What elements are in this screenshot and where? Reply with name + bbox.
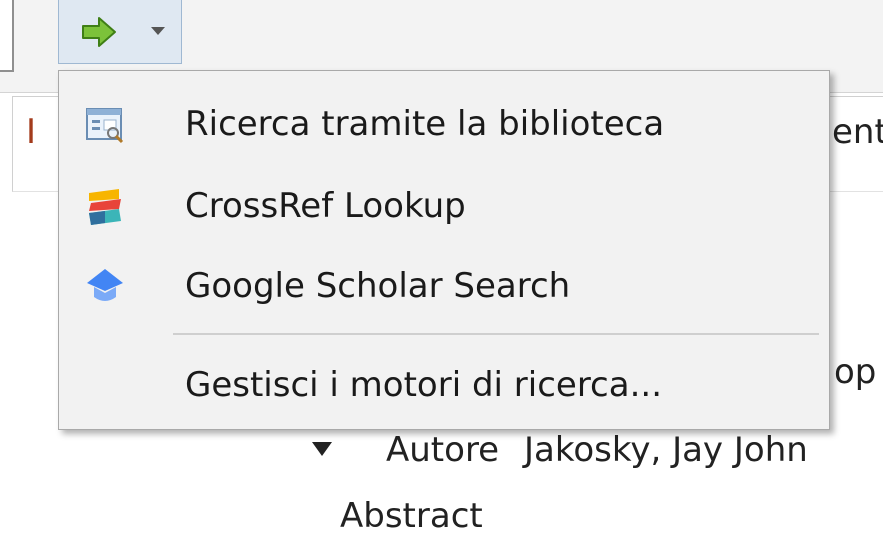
google-scholar-icon [87, 269, 123, 301]
crossref-icon [89, 189, 121, 225]
menu-item-library-lookup[interactable]: Ricerca tramite la biblioteca [59, 85, 829, 163]
lookup-engine-button[interactable] [58, 0, 182, 64]
expand-triangle-icon[interactable] [312, 442, 332, 456]
green-arrow-right-icon [82, 17, 116, 47]
abstract-label: Abstract [340, 496, 483, 536]
author-label: Autore [386, 430, 500, 470]
menu-item-google-scholar[interactable]: Google Scholar Search [59, 247, 829, 325]
menu-item-label: Gestisci i motori di ricerca... [185, 365, 663, 405]
menu-item-label: CrossRef Lookup [185, 186, 466, 226]
author-value[interactable]: Jakosky, Jay John [524, 430, 808, 470]
title-field-value[interactable]: op [834, 352, 876, 392]
menu-item-crossref[interactable]: CrossRef Lookup [59, 167, 829, 245]
menu-item-label: Google Scholar Search [185, 266, 571, 306]
menu-item-label: Ricerca tramite la biblioteca [185, 104, 665, 144]
menu-separator [173, 333, 819, 335]
tab-attachments[interactable]: ent [832, 112, 883, 152]
menu-item-manage-engines[interactable]: Gestisci i motori di ricerca... [59, 346, 829, 424]
search-input[interactable] [0, 0, 14, 72]
library-catalog-icon [86, 108, 124, 144]
lookup-engine-menu: Ricerca tramite la biblioteca CrossRef L… [58, 70, 830, 430]
tab-info[interactable]: I [26, 112, 36, 152]
chevron-down-icon[interactable] [151, 26, 165, 36]
